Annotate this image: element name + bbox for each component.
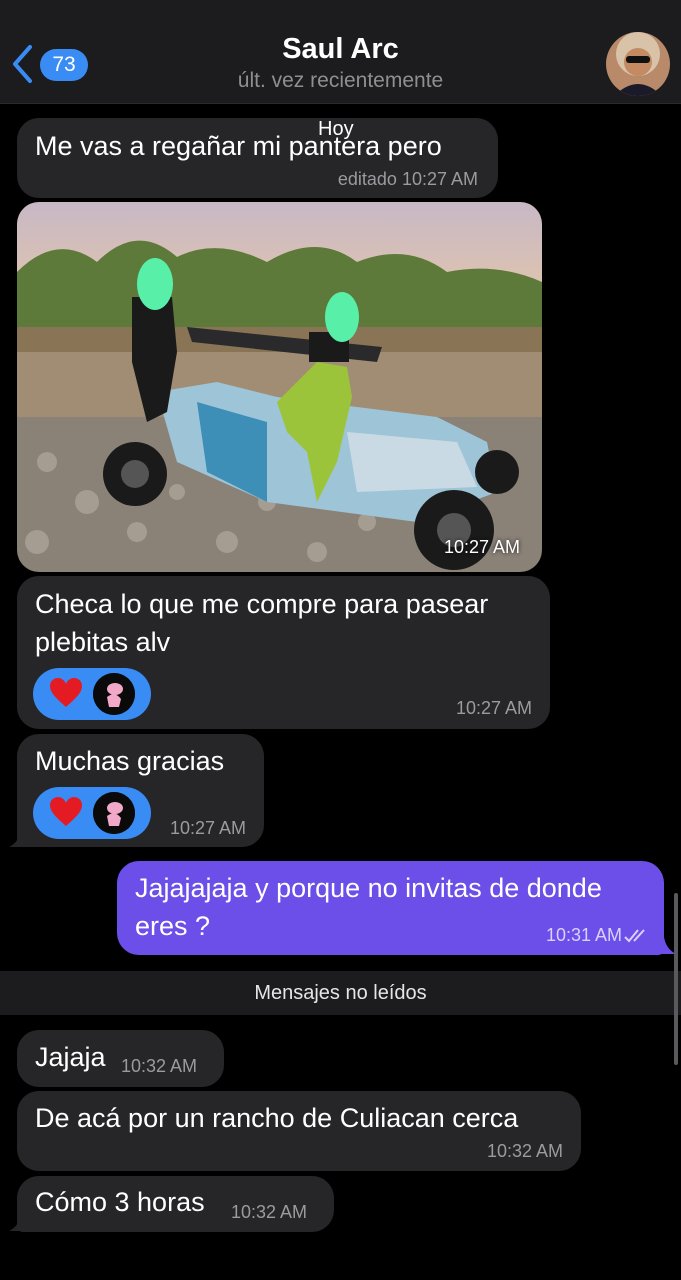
chat-header: 73 Saul Arc últ. vez recientemente xyxy=(0,0,681,104)
reaction-badge[interactable] xyxy=(33,668,151,720)
bubble-tail xyxy=(9,1214,29,1231)
message-text-line: Jajajajaja y porque no invitas de donde xyxy=(135,873,602,903)
message-text: Jajaja xyxy=(35,1042,106,1072)
date-separator: Hoy xyxy=(318,118,354,140)
scrollbar[interactable] xyxy=(674,893,678,1065)
message-text-line: eres ? xyxy=(135,911,211,941)
message-text-line: Checa lo que me compre para pasear xyxy=(35,589,489,619)
message-bubble-incoming[interactable]: Jajaja 10:32 AM xyxy=(17,1030,224,1087)
message-bubble-incoming[interactable]: Me vas a regañar mi pantera pero editado… xyxy=(17,118,498,198)
photo-message[interactable]: 10:27 AM xyxy=(17,202,542,572)
message-text-line: plebitas alv xyxy=(35,627,171,657)
chat-status: últ. vez recientemente xyxy=(237,69,444,92)
message-text: Me vas a regañar mi pantera pero xyxy=(35,131,442,161)
unread-divider: Mensajes no leídos xyxy=(0,971,681,1015)
heart-icon xyxy=(50,797,82,826)
message-bubble-incoming[interactable]: Checa lo que me compre para pasear plebi… xyxy=(17,576,550,729)
heart-icon xyxy=(50,678,82,707)
message-time: 10:27 AM xyxy=(455,698,532,718)
message-bubble-incoming[interactable]: Cómo 3 horas 10:32 AM xyxy=(17,1176,334,1232)
message-text: De acá por un rancho de Culiacan cerca xyxy=(35,1103,519,1133)
photo-image xyxy=(17,202,542,572)
message-text: Muchas gracias xyxy=(35,746,225,776)
reactor-avatar xyxy=(93,792,135,834)
double-check-icon xyxy=(624,929,645,943)
reactor-avatar xyxy=(93,673,135,715)
message-text: Cómo 3 horas xyxy=(35,1187,205,1217)
photo-time: 10:27 AM xyxy=(443,537,520,557)
message-time: 10:32 AM xyxy=(231,1202,308,1222)
chat-title[interactable]: Saul Arc xyxy=(0,33,681,66)
contact-avatar[interactable] xyxy=(606,32,670,96)
message-bubble-incoming[interactable]: De acá por un rancho de Culiacan cerca 1… xyxy=(17,1091,581,1171)
reaction-badge[interactable] xyxy=(33,787,151,839)
message-bubble-outgoing[interactable]: Jajajajaja y porque no invitas de donde … xyxy=(117,861,664,955)
message-bubble-incoming[interactable]: Muchas gracias 10:27 AM xyxy=(17,734,264,847)
message-time: 10:27 AM xyxy=(169,818,246,838)
message-time: 10:31 AM xyxy=(545,925,622,945)
bubble-tail xyxy=(9,830,29,847)
message-time: 10:32 AM xyxy=(121,1056,198,1076)
message-time: 10:32 AM xyxy=(486,1141,563,1161)
message-time: editado 10:27 AM xyxy=(337,169,478,189)
